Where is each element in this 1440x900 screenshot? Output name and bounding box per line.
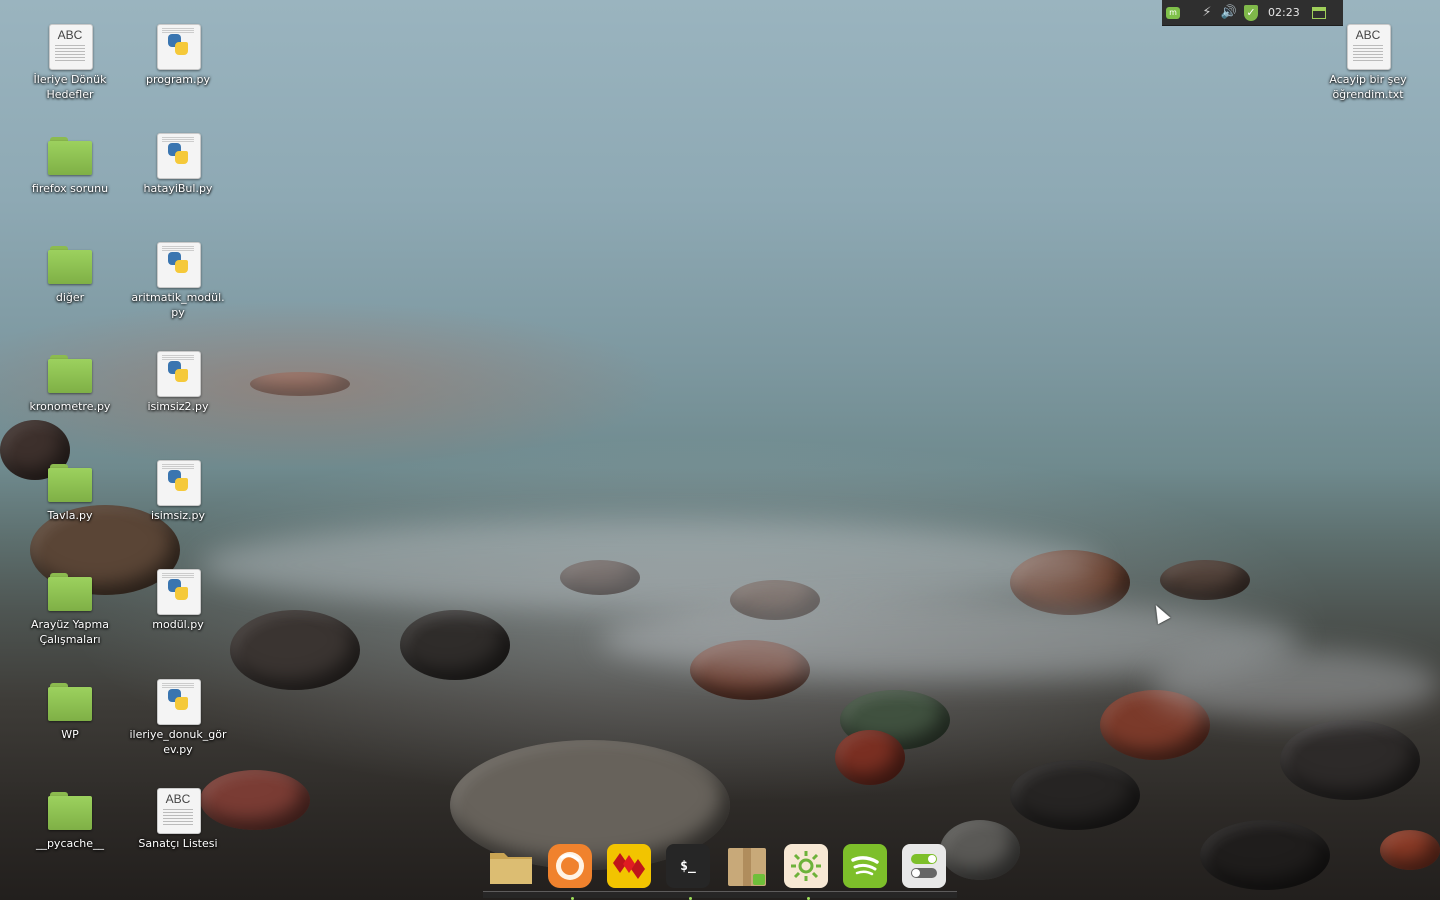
dock: $_	[483, 840, 957, 900]
python-file-icon	[156, 460, 201, 506]
settings-toggle-icon[interactable]	[902, 844, 946, 888]
desktop-icon-ileriye-donuk-gorev-py[interactable]: ileriye_donuk_görev.py	[128, 679, 228, 757]
icon-label: kronometre.py	[29, 400, 111, 413]
icon-label: __pycache__	[35, 837, 105, 850]
desktop-icon-firefox-sorunu[interactable]: firefox sorunu	[20, 133, 120, 196]
text-document-icon: ABC	[156, 788, 201, 834]
icon-label: aritmatik_modül.py	[131, 291, 225, 319]
firefox-icon[interactable]	[548, 844, 592, 888]
desktop-icon-arayuz-yapma[interactable]: Arayüz Yapma Çalışmaları	[20, 569, 120, 647]
icon-label: Acayip bir şey öğrendim.txt	[1329, 73, 1407, 101]
icon-label: diğer	[55, 291, 85, 304]
python-file-icon	[156, 351, 201, 397]
text-document-icon: ABC	[48, 24, 93, 70]
icon-label: firefox sorunu	[31, 182, 109, 195]
brightness-sun-icon[interactable]	[784, 844, 828, 888]
desktop-icon-ileriye-donuk-hedefler[interactable]: ABC İleriye Dönük Hedefler	[20, 24, 120, 102]
desktop-icon-hatayibul-py[interactable]: hatayiBul.py	[128, 133, 228, 196]
icon-label: isimsiz2.py	[147, 400, 209, 413]
folder-icon	[48, 133, 92, 177]
solitaire-cards-icon[interactable]	[607, 844, 651, 888]
folder-icon	[48, 788, 92, 832]
desktop-icon-tavla[interactable]: Tavla.py	[20, 460, 120, 523]
folder-icon	[48, 242, 92, 286]
desktop-icon-acayip-bir-sey[interactable]: ABC Acayip bir şey öğrendim.txt	[1318, 24, 1418, 102]
archive-package-icon[interactable]	[725, 844, 769, 888]
files-folder-icon[interactable]	[489, 844, 533, 888]
desktop-icon-isimsiz2-py[interactable]: isimsiz2.py	[128, 351, 228, 414]
icon-label: Arayüz Yapma Çalışmaları	[31, 618, 109, 646]
python-file-icon	[156, 679, 201, 725]
dock-shelf	[483, 891, 957, 898]
icon-label: hatayiBul.py	[143, 182, 213, 195]
folder-icon	[48, 569, 92, 613]
icon-label: ileriye_donuk_görev.py	[129, 728, 227, 756]
icon-label: modül.py	[152, 618, 204, 631]
show-desktop-icon[interactable]	[1308, 0, 1330, 25]
desktop-icon-isimsiz-py[interactable]: isimsiz.py	[128, 460, 228, 523]
desktop-icon-sanatci-listesi[interactable]: ABC Sanatçı Listesi	[128, 788, 228, 851]
desktop-icon-aritmatik-modul-py[interactable]: aritmatik_modül.py	[128, 242, 228, 320]
python-file-icon	[156, 242, 201, 288]
text-document-icon: ABC	[1346, 24, 1391, 70]
desktop-icon-diger[interactable]: diğer	[20, 242, 120, 305]
folder-icon	[48, 460, 92, 504]
clock[interactable]: 02:23	[1268, 6, 1300, 19]
spotify-icon[interactable]	[843, 844, 887, 888]
desktop-icon-pycache[interactable]: __pycache__	[20, 788, 120, 851]
folder-icon	[48, 679, 92, 723]
python-file-icon	[156, 24, 201, 70]
icon-label: program.py	[146, 73, 210, 86]
icon-label: Tavla.py	[47, 509, 93, 522]
system-tray-panel: m ⚡ 🔊 ✓ 02:23	[1162, 0, 1343, 26]
update-shield-icon[interactable]: ✓	[1240, 0, 1262, 25]
mint-menu-icon[interactable]: m	[1162, 0, 1184, 25]
network-icon[interactable]: ⚡	[1196, 0, 1218, 25]
desktop-icon-kronometre[interactable]: kronometre.py	[20, 351, 120, 414]
icon-label: Sanatçı Listesi	[138, 837, 218, 850]
desktop-icon-program-py[interactable]: program.py	[128, 24, 228, 87]
folder-icon	[48, 351, 92, 395]
icon-label: İleriye Dönük Hedefler	[33, 73, 107, 101]
desktop-icon-wp[interactable]: WP	[20, 679, 120, 742]
python-file-icon	[156, 569, 201, 615]
icon-label: isimsiz.py	[150, 509, 206, 522]
terminal-icon[interactable]: $_	[666, 844, 710, 888]
icon-label: WP	[61, 728, 79, 741]
python-file-icon	[156, 133, 201, 179]
volume-icon[interactable]: 🔊	[1218, 0, 1240, 25]
mouse-cursor-icon	[1149, 601, 1171, 625]
desktop-icon-modul-py[interactable]: modül.py	[128, 569, 228, 632]
